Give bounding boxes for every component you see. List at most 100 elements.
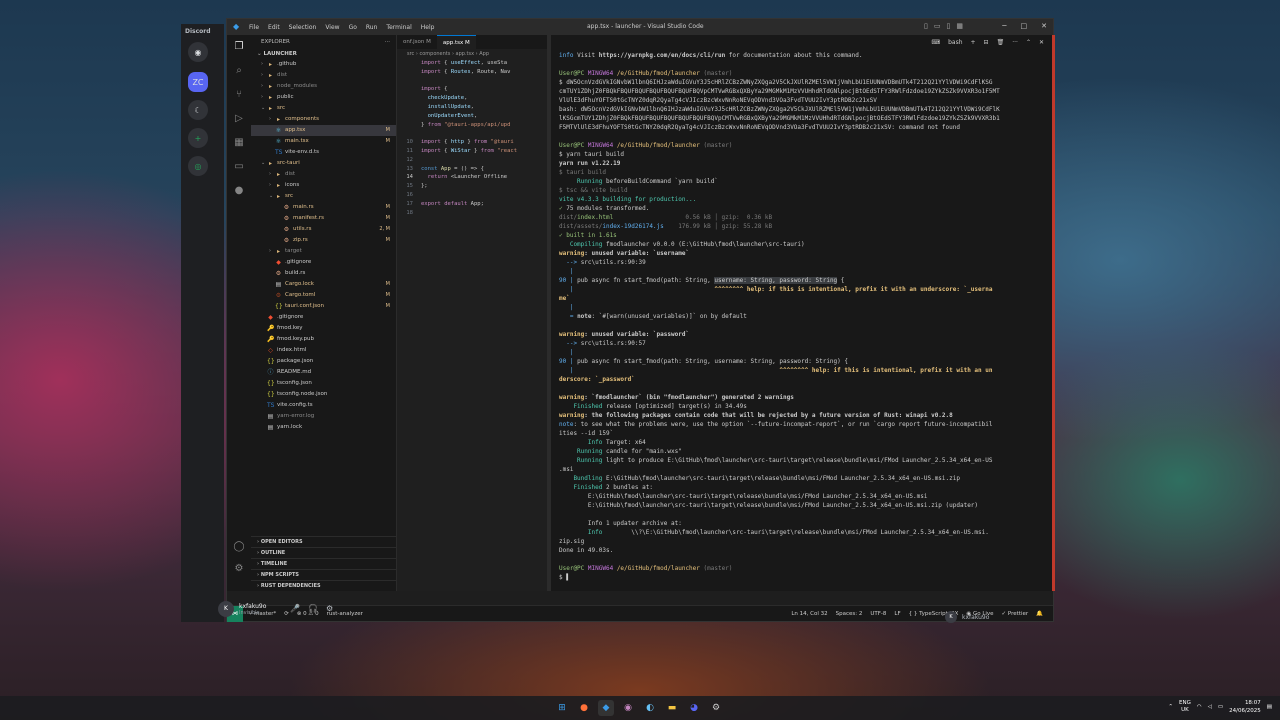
run-debug-icon[interactable]: ▷ [233, 113, 245, 125]
file-item[interactable]: 🔑 fmod.key [251, 323, 396, 334]
remote-explorer-icon[interactable]: ▭ [233, 161, 245, 173]
file-item[interactable]: ⚙ Cargo.toml M [251, 290, 396, 301]
folder-item[interactable]: ⌄ ▸ src [251, 103, 396, 114]
section-outline[interactable]: › OUTLINE [251, 547, 396, 558]
folder-item[interactable]: › ▸ target [251, 246, 396, 257]
toggle-sidebar-icon[interactable]: ▯ [924, 22, 928, 30]
volume-icon[interactable]: ◁ [1208, 704, 1212, 710]
menu-selection[interactable]: Selection [289, 24, 317, 31]
cursor-position[interactable]: Ln 14, Col 32 [791, 611, 827, 617]
steam-icon[interactable]: ◐ [642, 700, 658, 716]
menu-view[interactable]: View [325, 24, 339, 31]
folder-item[interactable]: › ▸ public [251, 92, 396, 103]
toggle-panel-icon[interactable]: ▭ [934, 22, 941, 30]
folder-item[interactable]: ⌄ ▸ src-tauri [251, 158, 396, 169]
menu-help[interactable]: Help [421, 24, 435, 31]
headphones-icon[interactable]: 🎧 [308, 604, 318, 613]
start-windows-icon[interactable]: ⊞ [554, 700, 570, 716]
kill-terminal-icon[interactable]: 🗑 [997, 39, 1005, 46]
new-terminal-icon[interactable]: + [971, 39, 976, 46]
code-editor[interactable]: onf.json Mapp.tsx M src › components › a… [397, 35, 547, 591]
source-control-icon[interactable]: ⑂ [233, 89, 245, 101]
close-panel-icon[interactable]: ✕ [1039, 39, 1044, 46]
section-npm-scripts[interactable]: › NPM SCRIPTS [251, 569, 396, 580]
file-item[interactable]: ⚙ build.rs [251, 268, 396, 279]
account-icon[interactable]: ◯ [233, 541, 245, 553]
notifications-icon[interactable]: ▤ [1267, 704, 1272, 710]
file-item[interactable]: {} tsconfig.json [251, 378, 396, 389]
menu-terminal[interactable]: Terminal [386, 24, 411, 31]
folder-item[interactable]: › ▸ components [251, 114, 396, 125]
file-item[interactable]: {} tsconfig.node.json [251, 389, 396, 400]
vscode-taskbar-icon[interactable]: ◆ [598, 700, 614, 716]
end-of-line[interactable]: LF [894, 611, 900, 617]
discord-add-server-icon[interactable]: + [188, 128, 208, 148]
firefox-icon[interactable]: ● [576, 700, 592, 716]
indentation[interactable]: Spaces: 2 [836, 611, 863, 617]
folder-item[interactable]: ⌄ ▸ src [251, 191, 396, 202]
settings-gear-icon[interactable]: ⚙ [233, 563, 245, 575]
discord-server-zc[interactable]: ZC [188, 72, 208, 92]
section-timeline[interactable]: › TIMELINE [251, 558, 396, 569]
microphone-icon[interactable]: 🎤 [290, 604, 300, 613]
file-item[interactable]: ◇ index.html [251, 345, 396, 356]
notifications-bell-icon[interactable]: 🔔 [1036, 611, 1043, 617]
folder-item[interactable]: › ▸ icons [251, 180, 396, 191]
clock[interactable]: 18:07 24/06/2025 [1229, 699, 1261, 715]
maximize-panel-icon[interactable]: ⌃ [1026, 39, 1031, 46]
maximize-icon[interactable]: □ [1021, 22, 1028, 30]
file-item[interactable]: ⚛ main.tsx M [251, 136, 396, 147]
user-settings-gear-icon[interactable]: ⚙ [326, 604, 333, 613]
extensions-icon[interactable]: ▦ [233, 137, 245, 149]
toggle-secondary-sidebar-icon[interactable]: ▯ [947, 22, 951, 30]
file-item[interactable]: ▤ yarn.lock [251, 422, 396, 433]
file-item[interactable]: ⚙ manifest.rs M [251, 213, 396, 224]
file-item[interactable]: ⚛ app.tsx M [251, 125, 396, 136]
discord-taskbar-icon[interactable]: ◕ [686, 700, 702, 716]
folder-item[interactable]: › ▸ dist [251, 169, 396, 180]
section-rust-dependencies[interactable]: › RUST DEPENDENCIES [251, 580, 396, 591]
language-indicator[interactable]: ENG UK [1179, 700, 1191, 714]
file-explorer-icon[interactable]: ▬ [664, 700, 680, 716]
encoding[interactable]: UTF-8 [870, 611, 886, 617]
folder-item[interactable]: › ▸ node_modules [251, 81, 396, 92]
close-icon[interactable]: ✕ [1041, 22, 1047, 30]
github-icon[interactable]: ● [233, 185, 245, 197]
tray-chevron-icon[interactable]: ⌃ [1168, 704, 1173, 710]
file-item[interactable]: ⚙ zip.rs M [251, 235, 396, 246]
more-actions-icon[interactable]: ··· [385, 35, 390, 49]
settings-taskbar-icon[interactable]: ⚙ [708, 700, 724, 716]
folder-item[interactable]: › ▸ dist [251, 70, 396, 81]
section-open-editors[interactable]: › OPEN EDITORS [251, 536, 396, 547]
split-terminal-icon[interactable]: ⊟ [984, 39, 989, 46]
file-item[interactable]: 🔑 fmod.key.pub [251, 334, 396, 345]
file-item[interactable]: ⚙ main.rs M [251, 202, 396, 213]
file-item[interactable]: TS vite.config.ts [251, 400, 396, 411]
file-item[interactable]: ▤ yarn-error.log [251, 411, 396, 422]
avatar[interactable]: K [218, 601, 234, 617]
terminal-shell-label[interactable]: bash [948, 39, 962, 46]
file-item[interactable]: ▤ Cargo.lock M [251, 279, 396, 290]
customize-layout-icon[interactable]: ▦ [956, 22, 963, 30]
menu-file[interactable]: File [249, 24, 259, 31]
file-item[interactable]: ◆ .gitignore [251, 257, 396, 268]
minimize-icon[interactable]: ─ [1002, 22, 1006, 30]
file-item[interactable]: ⚙ utils.rs 2, M [251, 224, 396, 235]
menu-go[interactable]: Go [349, 24, 357, 31]
discord-home-icon[interactable]: ◉ [188, 42, 208, 62]
obs-icon[interactable]: ◉ [620, 700, 636, 716]
file-item[interactable]: ◆ .gitignore [251, 312, 396, 323]
file-item[interactable]: TS vite-env.d.ts [251, 147, 396, 158]
editor-tab[interactable]: app.tsx M [436, 35, 476, 49]
file-item[interactable]: ⓘ README.md [251, 367, 396, 378]
terminal-panel[interactable]: ⌨ bash + ⊟ 🗑 ··· ⌃ ✕ info Visit https://… [551, 35, 1055, 591]
battery-icon[interactable]: ▭ [1218, 704, 1223, 710]
editor-tab[interactable]: onf.json M [397, 35, 437, 49]
explorer-icon[interactable]: ❐ [233, 41, 245, 53]
discord-explore-icon[interactable]: ◎ [188, 156, 208, 176]
folder-item[interactable]: › ▸ .github [251, 59, 396, 70]
wifi-icon[interactable]: ◠ [1197, 704, 1202, 710]
project-root[interactable]: ⌄ LAUNCHER [251, 49, 396, 59]
search-icon[interactable]: ⌕ [233, 65, 245, 77]
terminal-more-icon[interactable]: ··· [1012, 39, 1018, 46]
